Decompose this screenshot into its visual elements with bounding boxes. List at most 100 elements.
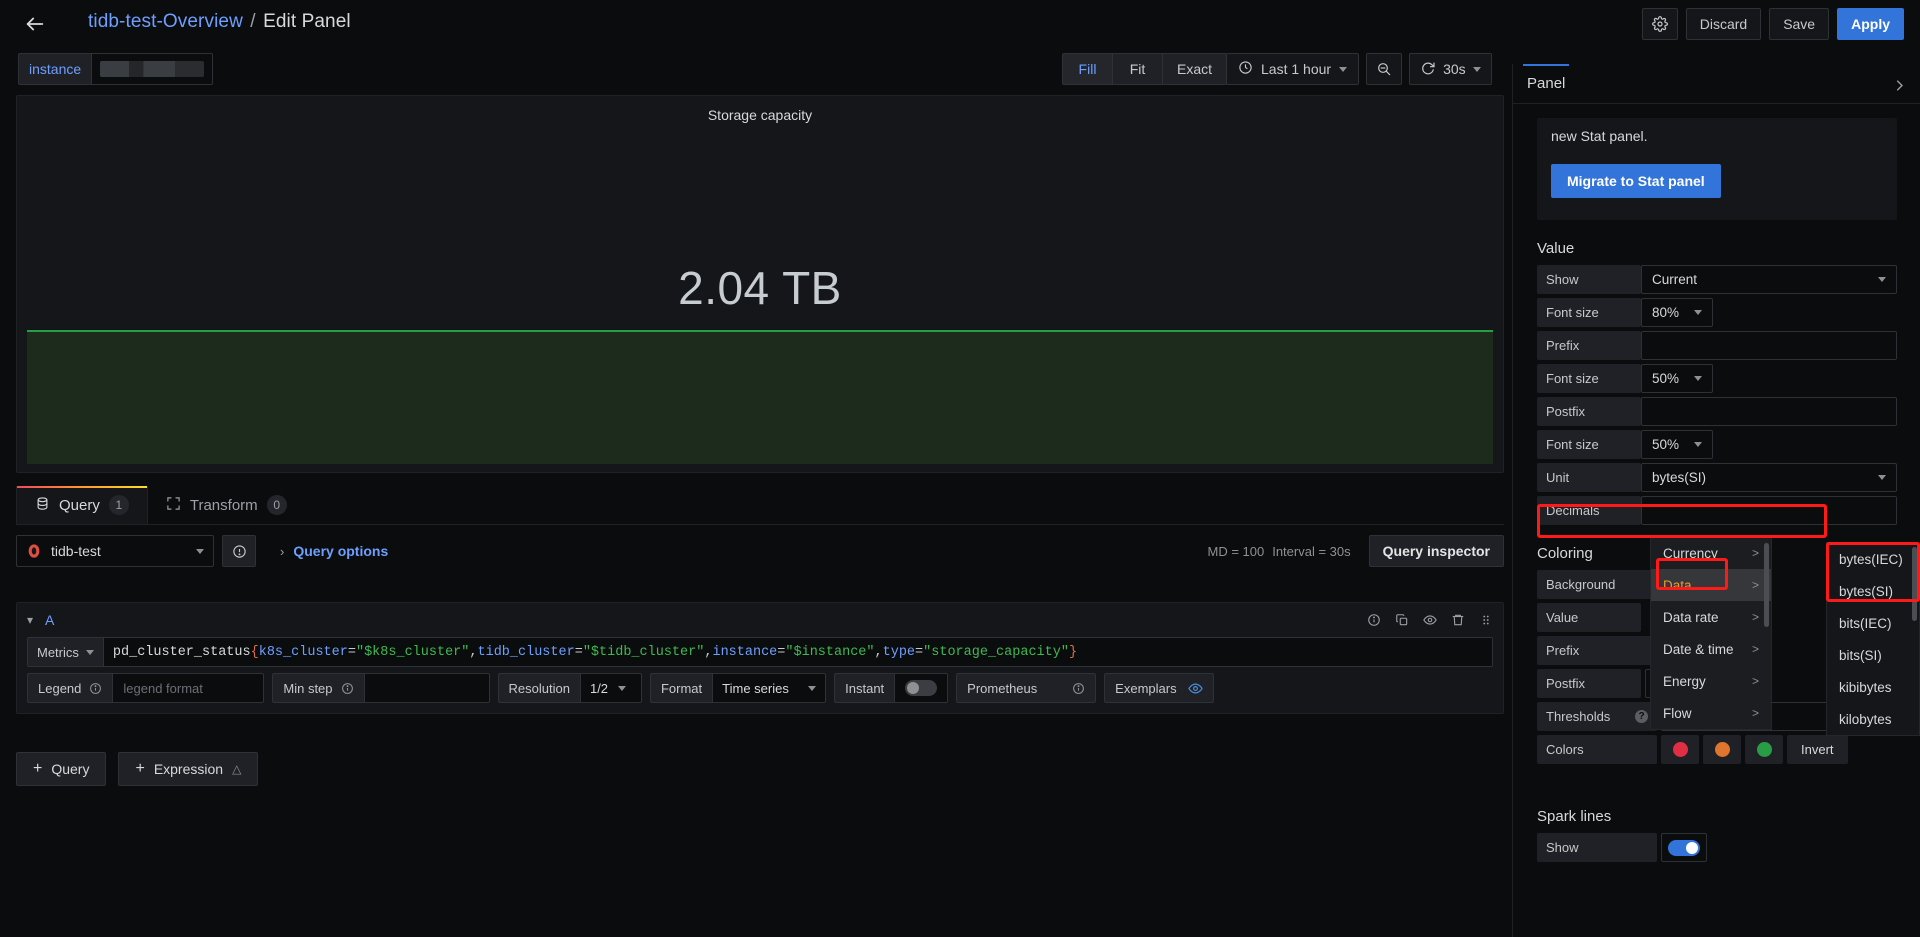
color-swatch-ok[interactable]	[1745, 735, 1783, 764]
show-select[interactable]: Current	[1641, 265, 1897, 294]
chevron-down-icon	[808, 685, 817, 691]
chevron-right-icon: >	[1751, 706, 1759, 720]
font-size-postfix-select[interactable]: 50%	[1641, 430, 1713, 459]
resolution-group: Resolution 1/2	[497, 673, 642, 703]
drag-handle-icon[interactable]	[1479, 613, 1493, 627]
time-controls: Last 1 hour 30s	[1226, 53, 1492, 85]
unit-category-data-rate[interactable]: Data rate >	[1651, 601, 1771, 633]
query-row-header: ▾ A	[17, 603, 1503, 637]
prefix-input[interactable]	[1641, 331, 1897, 360]
unit-option-bits-iec[interactable]: bits(IEC)	[1827, 607, 1919, 639]
unit-select[interactable]: bytes(SI)	[1641, 463, 1897, 492]
unit-category-data[interactable]: Data >	[1651, 569, 1771, 601]
metrics-browser-button[interactable]: Metrics	[27, 637, 104, 667]
trash-icon[interactable]	[1451, 613, 1465, 627]
migrate-to-stat-button[interactable]: Migrate to Stat panel	[1551, 164, 1721, 198]
color-swatch-critical[interactable]	[1661, 735, 1699, 764]
min-step-label: Min step	[272, 673, 364, 703]
refresh-picker[interactable]: 30s	[1409, 53, 1492, 85]
spark-show-toggle[interactable]	[1661, 833, 1707, 862]
unit-category-label: Data rate	[1663, 609, 1719, 625]
time-range-picker[interactable]: Last 1 hour	[1226, 53, 1360, 85]
info-circle-icon[interactable]	[1367, 613, 1381, 627]
tab-panel-options[interactable]: Panel	[1522, 63, 1570, 104]
query-options-toggle[interactable]: › Query options	[280, 543, 388, 559]
options-pane-scroll[interactable]: new Stat panel. Migrate to Stat panel Va…	[1513, 104, 1920, 937]
instant-toggle[interactable]	[894, 673, 949, 703]
tab-transform-label: Transform	[189, 496, 258, 514]
prometheus-group: Prometheus	[956, 673, 1097, 703]
postfix-input[interactable]	[1641, 397, 1897, 426]
color-swatch-warning[interactable]	[1703, 735, 1741, 764]
unit-category-energy[interactable]: Energy >	[1651, 665, 1771, 697]
back-arrow-icon[interactable]	[22, 11, 48, 37]
format-select[interactable]: Time series	[712, 673, 827, 703]
size-mode-fit[interactable]: Fit	[1112, 53, 1162, 85]
datasource-picker[interactable]: tidb-test	[16, 535, 214, 567]
unit-category-date-time[interactable]: Date & time >	[1651, 633, 1771, 665]
legend-group: Legend legend format	[27, 673, 265, 703]
info-circle-icon[interactable]	[341, 682, 354, 695]
size-mode-fill[interactable]: Fill	[1062, 53, 1112, 85]
unit-category-currency[interactable]: Currency >	[1651, 537, 1771, 569]
swatch-dot	[1756, 742, 1772, 757]
discard-button[interactable]: Discard	[1685, 8, 1762, 40]
add-expression-button[interactable]: + Expression △	[118, 752, 259, 786]
panel-title: Storage capacity	[707, 107, 813, 123]
resolution-select[interactable]: 1/2	[579, 673, 642, 703]
legend-format-input[interactable]: legend format	[112, 673, 265, 703]
instant-group: Instant	[834, 673, 949, 703]
chevron-down-icon[interactable]: ▾	[27, 613, 33, 627]
unit-category-flow[interactable]: Flow >	[1651, 697, 1771, 729]
query-row-actions	[1367, 613, 1493, 627]
chevron-right-icon[interactable]	[1888, 74, 1910, 96]
format-value: Time series	[722, 680, 789, 696]
exemplars-label[interactable]: Exemplars	[1104, 673, 1215, 703]
font-size-value: 80%	[1652, 305, 1680, 320]
info-circle-icon[interactable]	[1072, 682, 1085, 695]
tab-transform[interactable]: Transform 0	[148, 486, 305, 524]
breadcrumb-separator: /	[250, 11, 256, 32]
unit-option-kilobytes[interactable]: kilobytes	[1827, 703, 1919, 735]
panel-size-mode-group: Fill Fit Exact	[1062, 53, 1228, 85]
unit-option-kibibytes[interactable]: kibibytes	[1827, 671, 1919, 703]
thresholds-label-text: Thresholds	[1546, 709, 1611, 724]
tab-query[interactable]: Query 1	[16, 486, 148, 524]
apply-button[interactable]: Apply	[1837, 8, 1904, 40]
save-button[interactable]: Save	[1769, 8, 1830, 40]
gear-icon[interactable]	[1641, 8, 1678, 40]
promql-expression-input[interactable]: pd_cluster_status{k8s_cluster = "$k8s_clus…	[103, 637, 1493, 667]
invert-colors-button[interactable]: Invert	[1787, 735, 1848, 764]
size-mode-exact[interactable]: Exact	[1162, 53, 1228, 85]
decimals-input[interactable]	[1641, 496, 1897, 525]
breadcrumb-dashboard[interactable]: tidb-test-Overview	[88, 11, 243, 32]
eye-icon[interactable]	[1423, 613, 1437, 627]
unit-option-bytes-iec[interactable]: bytes(IEC)	[1827, 543, 1919, 575]
zoom-out-icon[interactable]	[1366, 53, 1403, 85]
info-circle-icon[interactable]	[89, 682, 102, 695]
font-size-prefix-select[interactable]: 50%	[1641, 364, 1713, 393]
unit-option-bytes-si[interactable]: bytes(SI)	[1827, 575, 1919, 607]
copy-icon[interactable]	[1395, 613, 1409, 627]
font-size-value-select[interactable]: 80%	[1641, 298, 1713, 327]
chevron-right-icon: >	[1751, 546, 1759, 560]
unit-submenu-data[interactable]: bytes(IEC) bytes(SI) bits(IEC) bits(SI) …	[1826, 542, 1920, 736]
min-step-input[interactable]	[363, 673, 490, 703]
refresh-interval-label: 30s	[1443, 61, 1466, 77]
option-label-prefix: Prefix	[1537, 331, 1641, 360]
datasource-help-icon[interactable]	[222, 535, 256, 567]
option-row-font-size-3: Font size 50%	[1537, 430, 1897, 459]
unit-option-bits-si[interactable]: bits(SI)	[1827, 639, 1919, 671]
submenu-scrollbar[interactable]	[1912, 547, 1917, 621]
help-icon[interactable]: ?	[1635, 710, 1648, 723]
color-swatches: Invert	[1661, 735, 1848, 764]
expr-sep-2: ,	[874, 644, 883, 660]
option-row-colors: Colors Invert	[1537, 735, 1897, 764]
eye-icon[interactable]	[1188, 681, 1203, 696]
variable-value-picker[interactable]	[91, 53, 214, 85]
menu-scrollbar[interactable]	[1764, 543, 1769, 627]
query-inspector-button[interactable]: Query inspector	[1368, 535, 1504, 567]
unit-category-menu[interactable]: Currency > Data > Data rate > Date & tim…	[1650, 536, 1772, 730]
singlestat-value: 2.04 TB	[678, 262, 842, 314]
add-query-button[interactable]: + Query	[16, 752, 107, 786]
